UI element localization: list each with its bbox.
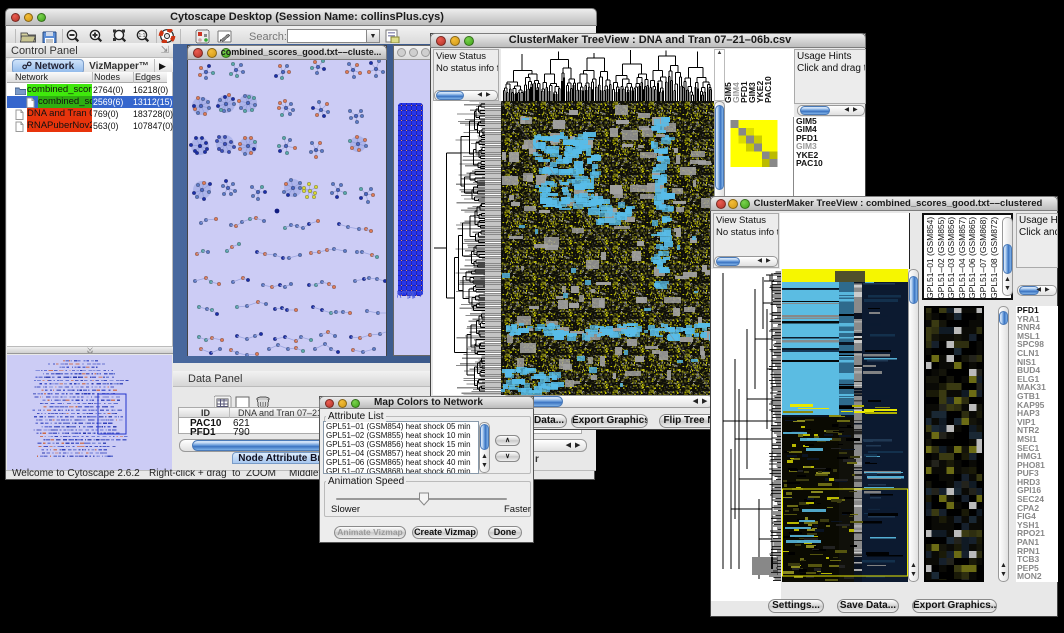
svg-text:GPL51–08 (GSM872): GPL51–08 (GSM872): [989, 217, 999, 298]
svg-text:GPL51–07 (GSM868): GPL51–07 (GSM868): [978, 217, 988, 298]
svg-text:PAC10: PAC10: [763, 76, 773, 103]
svg-text:GPL51–03 (GSM856): GPL51–03 (GSM856): [946, 217, 956, 298]
svg-text:GPL51–01 (GSM854): GPL51–01 (GSM854): [925, 217, 935, 298]
svg-text:1:1: 1:1: [139, 33, 146, 39]
svg-text:GPL51–04 (GSM857): GPL51–04 (GSM857): [957, 217, 967, 298]
svg-text:GPL51–06 (GSM865): GPL51–06 (GSM865): [967, 217, 977, 298]
svg-text:GPL51–02 (GSM855): GPL51–02 (GSM855): [936, 217, 946, 298]
